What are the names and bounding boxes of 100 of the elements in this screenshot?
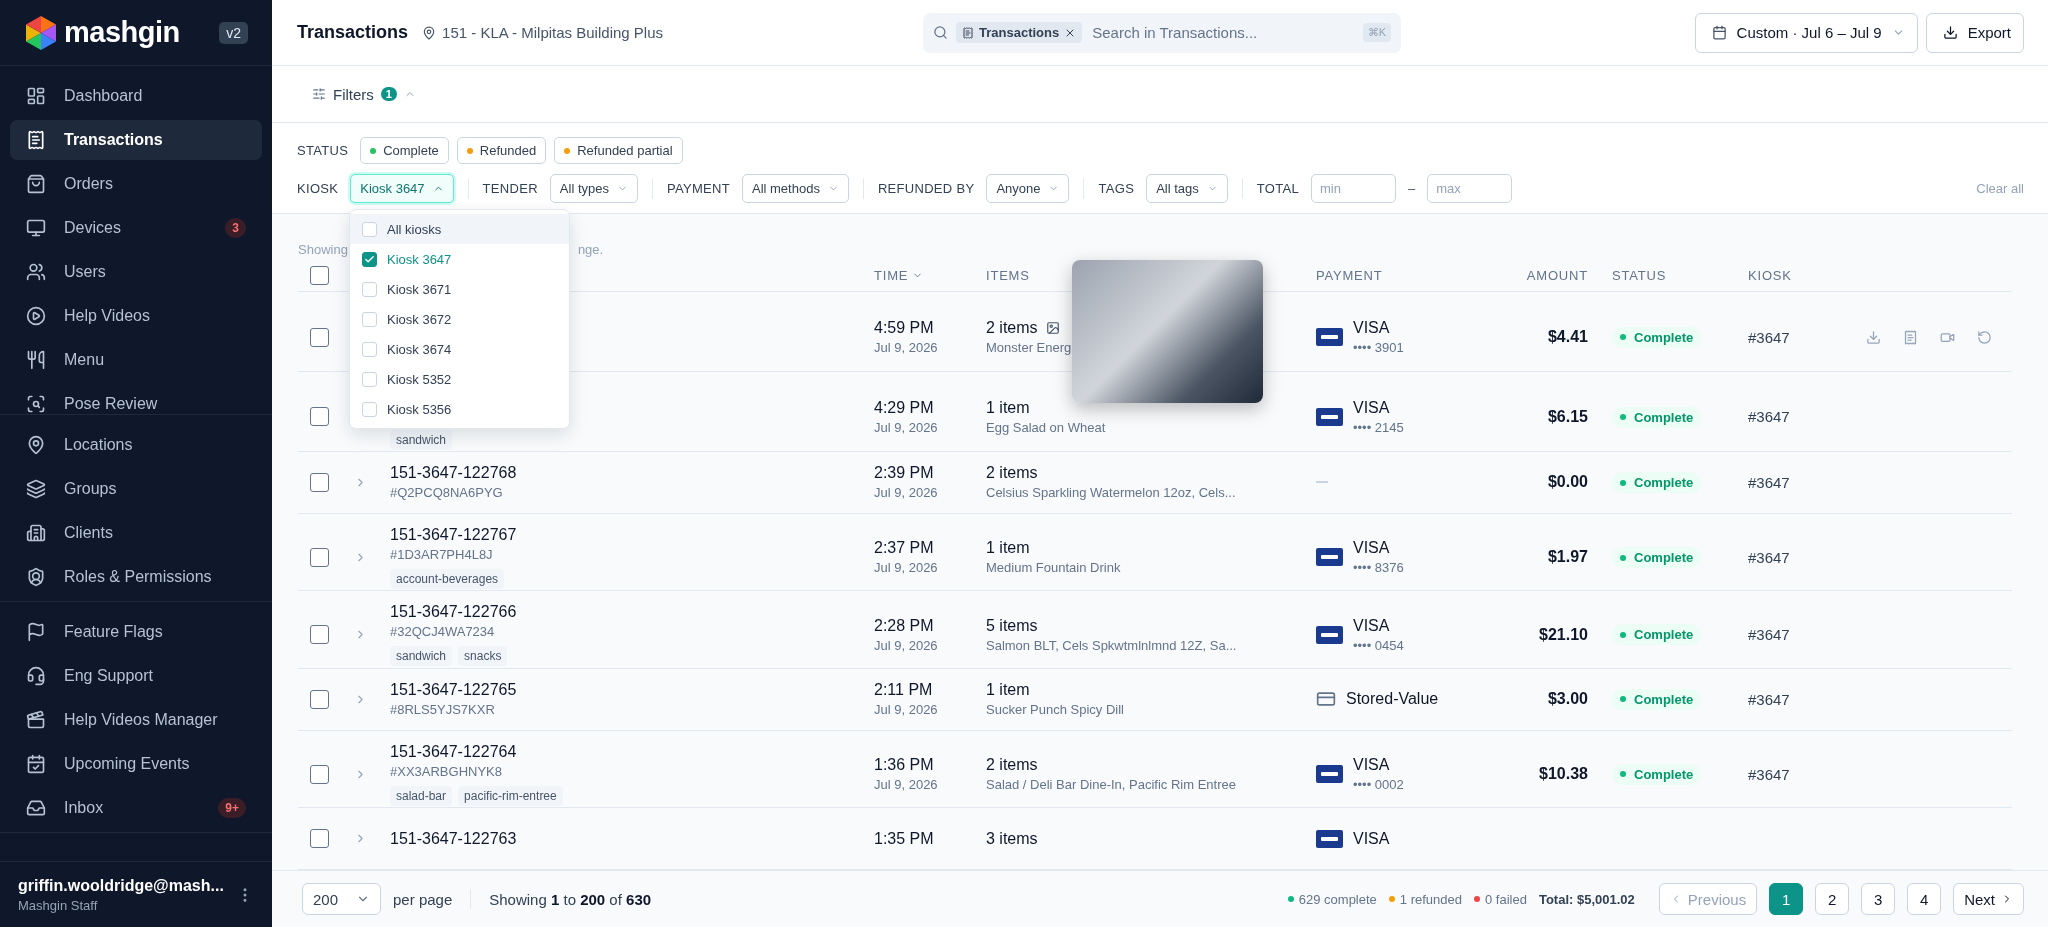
tag: sandwich [390,646,453,667]
filter-select[interactable]: All tags [1146,174,1228,203]
nav-item[interactable]: Clients [10,513,262,553]
version-badge: v2 [219,21,248,44]
row-checkbox[interactable] [310,547,329,567]
kiosk-option[interactable]: Kiosk 5352 [350,364,569,394]
transaction-id[interactable]: 151-3647-122768 [390,464,874,483]
transaction-id[interactable]: 151-3647-122767 [390,525,874,544]
nav-item[interactable]: Feature Flags [10,612,262,652]
item-count: 1 item [986,681,1031,700]
next-button[interactable]: Next [1953,883,2024,915]
checkbox[interactable] [362,251,377,267]
status-filter-chip[interactable]: Refunded partial [554,137,683,164]
column-header[interactable]: STATUS [1588,268,1667,284]
refresh-icon[interactable] [1977,329,1992,345]
kiosk-option[interactable]: All kiosks [350,214,569,244]
time: 1:35 PM [874,829,935,848]
filter-select[interactable]: All types [549,174,638,203]
nav-item[interactable]: Upcoming Events [10,744,262,784]
row-checkbox[interactable] [310,472,329,492]
transaction-id[interactable]: 151-3647-122765 [390,681,874,700]
nav-item[interactable]: Groups [10,469,262,509]
receipt-icon[interactable] [1903,329,1918,345]
nav-item[interactable]: Inbox 9+ [10,788,262,828]
card-number: •••• 8376 [1353,560,1404,576]
user-role: Mashgin Staff [18,897,99,913]
nav-item[interactable]: Help Videos Manager [10,700,262,740]
amount: $6.15 [1546,407,1588,426]
image-icon[interactable] [1045,321,1060,336]
nav-item[interactable]: Orders [10,164,262,204]
page-size-select[interactable]: 200 [302,883,382,915]
item-summary: Salmon BLT, Cels Spkwtmlnlmnd 12Z, Sa... [986,637,1238,653]
filter-select[interactable]: Kiosk 3647 [350,174,454,203]
nav-item[interactable]: Locations [10,425,262,465]
nav-item[interactable]: Devices 3 [10,208,262,248]
card-brand: VISA [1353,756,1391,775]
kiosk-option[interactable]: Kiosk 3674 [350,334,569,364]
filters-toggle[interactable]: Filters 1 [312,85,416,103]
row-checkbox[interactable] [310,829,329,848]
tag: pacific-rim-entree [458,785,563,806]
search-icon [933,25,948,40]
item-summary: Sucker Punch Spicy Dill [986,702,1125,718]
nav-item[interactable]: Users [10,252,262,292]
item-summary: Celsius Sparkling Watermelon 12oz, Cels... [986,485,1237,501]
kiosk-number: #3647 [1748,765,1791,783]
row-checkbox[interactable] [310,327,329,347]
column-header[interactable]: TIME [874,268,924,284]
filter-select[interactable]: All methods [742,174,849,203]
transaction-id[interactable]: 151-3647-122764 [390,742,874,761]
row-checkbox[interactable] [310,764,329,784]
page-button[interactable]: 2 [1815,883,1850,915]
nav-item[interactable]: Menu [10,340,262,380]
item-summary: Salad / Deli Bar Dine-In, Pacific Rim Entree [986,777,1237,793]
kiosk-option[interactable]: Kiosk 3672 [350,304,569,334]
transaction-code: #1D3AR7PH4L8J [390,546,494,562]
date-range-button[interactable]: Custom · Jul 6 – Jul 9 [1694,12,1918,53]
user-name: griffin.wooldridge@mash... [18,876,224,895]
nav-item[interactable]: Roles & Permissions [10,557,262,597]
time: 4:59 PM [874,319,935,338]
nav-item[interactable]: Transactions [10,120,262,160]
row-checkbox[interactable] [310,407,329,427]
status-filter-chip[interactable]: Complete [360,137,449,164]
status-pill: Complete [1612,624,1702,646]
tag: sandwich [390,429,453,450]
kiosk-option[interactable]: Kiosk 5356 [350,394,569,424]
kiosk-option[interactable]: Kiosk 3671 [350,274,569,304]
export-button[interactable]: Export [1925,12,2024,53]
nav-icon [26,666,46,686]
nav-item[interactable]: Help Videos [10,296,262,336]
row-checkbox[interactable] [310,689,329,709]
transaction-id[interactable]: 151-3647-122766 [390,603,874,622]
page-button[interactable]: 4 [1907,883,1942,915]
select-all-checkbox[interactable] [310,266,329,286]
status-filter-chip[interactable]: Refunded [456,137,547,164]
nav-item[interactable]: Dashboard [10,76,262,116]
nav-icon [26,262,46,282]
amount: $3.00 [1546,690,1588,709]
nav-item[interactable]: Pose Review [10,384,262,414]
kiosk-option[interactable]: Kiosk 3647 [350,244,569,274]
filter-select[interactable]: Anyone [986,174,1070,203]
column-header[interactable]: AMOUNT [1526,268,1588,284]
search-input[interactable]: Search in Transactions... [1090,23,1355,42]
max-input[interactable]: max [1427,174,1513,203]
tag: account-beverages [390,568,505,589]
nav-icon [26,479,46,499]
search-bar[interactable]: Transactions Search in Transactions... ⌘K [923,12,1401,53]
download-icon[interactable] [1866,329,1881,345]
column-header[interactable]: PAYMENT [1316,268,1383,284]
nav-icon [26,218,46,238]
nav-icon [26,622,46,642]
min-input[interactable]: min [1310,174,1396,203]
column-header[interactable]: KIOSK [1748,268,1792,284]
column-header[interactable]: ITEMS [986,268,1030,284]
nav-item[interactable]: Eng Support [10,656,262,696]
location-pin-icon [422,25,437,40]
transaction-id[interactable]: 151-3647-122763 [390,829,874,848]
amount: $10.38 [1538,765,1588,784]
page-button[interactable]: 3 [1861,883,1896,915]
row-checkbox[interactable] [310,625,329,645]
page-button[interactable]: 1 [1769,883,1804,915]
